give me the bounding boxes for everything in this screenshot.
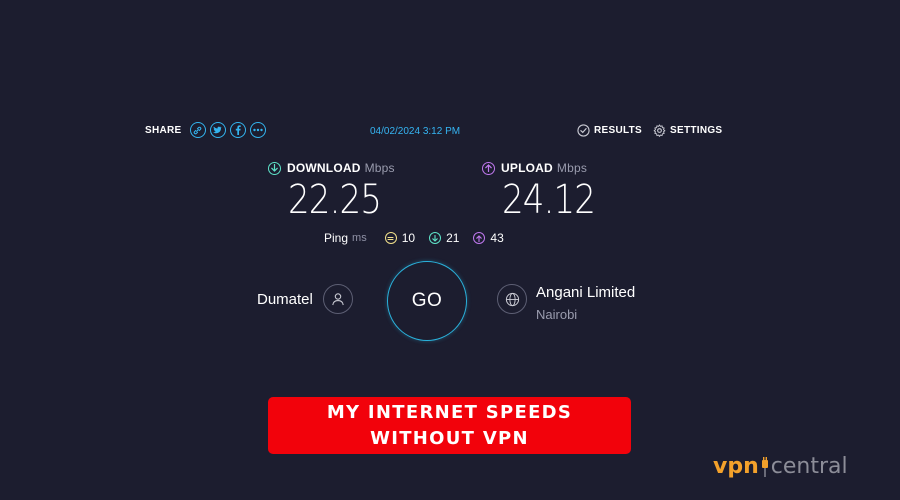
ping-idle-value: 10 [401, 231, 416, 245]
top-bar: SHARE 04/02/2024 3:12 PM RESULTS SETTING… [145, 122, 722, 142]
user-icon [322, 284, 353, 314]
ping-download-value: 21 [446, 231, 460, 245]
download-arrow-icon [268, 161, 281, 175]
results-label: RESULTS [594, 125, 643, 136]
download-unit: Mbps [364, 161, 395, 175]
settings-button[interactable]: SETTINGS [653, 124, 722, 137]
isp-name: Dumatel [257, 290, 313, 308]
logo-part-2: central [770, 454, 848, 479]
upload-label: UPLOAD [501, 161, 553, 175]
test-server[interactable]: Angani Limited Nairobi [497, 284, 635, 322]
vpncentral-logo: vpn central [713, 454, 848, 479]
more-icon[interactable] [249, 122, 266, 138]
download-latency-icon [429, 232, 442, 244]
upload-latency-icon [473, 232, 486, 244]
ping-idle: 10 [384, 231, 416, 245]
link-icon[interactable] [189, 122, 206, 138]
isp-provider[interactable]: Dumatel [257, 284, 353, 314]
go-button[interactable]: GO [387, 261, 467, 341]
ping-upload-value: 43 [490, 231, 504, 245]
share-group: SHARE [145, 122, 266, 138]
download-metric: DOWNLOAD Mbps 22.25 [268, 161, 398, 223]
settings-label: SETTINGS [670, 125, 723, 136]
server-city: Nairobi [536, 307, 578, 322]
plug-icon [761, 456, 768, 477]
ping-upload: 43 [473, 231, 504, 245]
download-value: 22.25 [288, 177, 382, 223]
upload-arrow-icon [482, 161, 495, 175]
banner-line-1: MY INTERNET SPEEDS [326, 401, 573, 423]
globe-icon [497, 284, 527, 314]
share-label: SHARE [145, 124, 182, 136]
results-button[interactable]: RESULTS [577, 124, 642, 137]
logo-part-1: vpn [713, 454, 759, 479]
check-circle-icon [577, 124, 590, 137]
banner-line-2: WITHOUT VPN [370, 427, 529, 449]
upload-metric: UPLOAD Mbps 24.12 [482, 161, 612, 223]
ping-download: 21 [429, 231, 459, 245]
facebook-icon[interactable] [229, 122, 246, 138]
ping-row: Ping ms 10 21 43 [324, 231, 518, 245]
ping-label: Ping [324, 231, 349, 245]
test-timestamp: 04/02/2024 3:12 PM [370, 126, 461, 137]
gear-icon [653, 124, 666, 137]
upload-value: 24.12 [502, 177, 596, 223]
server-name: Angani Limited [536, 284, 636, 301]
upload-unit: Mbps [556, 161, 588, 175]
ping-unit: ms [352, 232, 367, 244]
idle-latency-icon [384, 232, 397, 244]
twitter-icon[interactable] [209, 122, 226, 138]
caption-banner: MY INTERNET SPEEDS WITHOUT VPN [268, 397, 631, 454]
download-label: DOWNLOAD [287, 161, 361, 175]
